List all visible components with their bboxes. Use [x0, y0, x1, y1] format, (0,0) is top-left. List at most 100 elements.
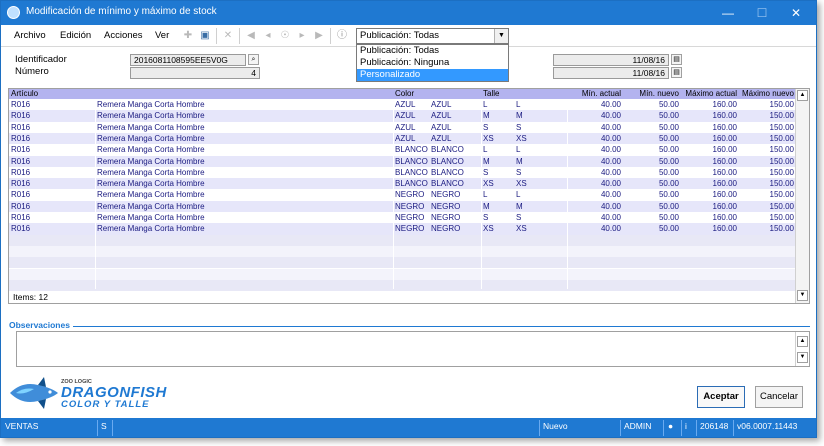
cell-description[interactable]: Remera Manga Corta Hombre	[97, 178, 297, 189]
cell-code[interactable]: R016	[11, 167, 71, 178]
cell-code[interactable]: R016	[11, 189, 71, 200]
table-row[interactable]: R016 Remera Manga Corta Hombre NEGRO NEGRO S…	[9, 212, 795, 223]
table-row[interactable]: R016 Remera Manga Corta Hombre BLANCO BLANC…	[9, 178, 795, 190]
cell-min-nuevo[interactable]: 50.00	[623, 110, 679, 121]
fecha-field[interactable]: 11/08/16	[553, 54, 669, 66]
cell-code[interactable]: R016	[11, 212, 71, 223]
cell-color-code[interactable]: AZUL	[395, 110, 431, 121]
empty-row[interactable]	[9, 279, 795, 292]
cell-talle[interactable]: S	[516, 212, 556, 223]
cell-code[interactable]: R016	[11, 223, 71, 234]
cell-color-code[interactable]: AZUL	[395, 133, 431, 144]
cell-min-nuevo[interactable]: 50.00	[623, 156, 679, 167]
cell-description[interactable]: Remera Manga Corta Hombre	[97, 99, 297, 110]
table-row[interactable]: R016 Remera Manga Corta Hombre AZUL AZUL L L 4…	[9, 99, 795, 110]
cell-max-nuevo[interactable]: 150.00	[737, 122, 794, 133]
cell-min-nuevo[interactable]: 50.00	[623, 223, 679, 234]
cell-max-nuevo[interactable]: 150.00	[737, 144, 794, 155]
cell-color[interactable]: BLANCO	[431, 144, 481, 155]
header-min-nuevo[interactable]: Mín. nuevo	[623, 89, 679, 99]
cell-talle-code[interactable]: M	[483, 110, 513, 121]
cell-description[interactable]: Remera Manga Corta Hombre	[97, 144, 297, 155]
cell-talle-code[interactable]: M	[483, 156, 513, 167]
cell-min-nuevo[interactable]: 50.00	[623, 99, 679, 110]
cell-code[interactable]: R016	[11, 99, 71, 110]
cell-color-code[interactable]: NEGRO	[395, 189, 431, 200]
cell-code[interactable]: R016	[11, 144, 71, 155]
cell-code[interactable]: R016	[11, 133, 71, 144]
cell-talle[interactable]: S	[516, 122, 556, 133]
cell-description[interactable]: Remera Manga Corta Hombre	[97, 122, 297, 133]
cell-color[interactable]: BLANCO	[431, 156, 481, 167]
cell-max-actual[interactable]: 160.00	[680, 133, 737, 144]
cell-color-code[interactable]: BLANCO	[395, 178, 431, 189]
cell-min-actual[interactable]: 40.00	[569, 99, 621, 110]
cell-color[interactable]: NEGRO	[431, 223, 481, 234]
cell-max-nuevo[interactable]: 150.00	[737, 99, 794, 110]
cell-code[interactable]: R016	[11, 122, 71, 133]
last-record-icon[interactable]: ▶	[312, 29, 326, 43]
minimize-button[interactable]: —	[713, 1, 743, 25]
cell-max-actual[interactable]: 160.00	[680, 201, 737, 212]
cell-talle-code[interactable]: L	[483, 189, 513, 200]
observaciones-textarea[interactable]: ▲ ▼	[16, 331, 810, 367]
cell-max-actual[interactable]: 160.00	[680, 212, 737, 223]
table-row[interactable]: R016 Remera Manga Corta Hombre AZUL AZUL XS X…	[9, 132, 795, 145]
publicacion-option[interactable]: Publicación: Todas	[357, 45, 508, 57]
cell-min-actual[interactable]: 40.00	[569, 178, 621, 189]
cell-min-nuevo[interactable]: 50.00	[623, 201, 679, 212]
cell-max-actual[interactable]: 160.00	[680, 110, 737, 121]
cell-min-actual[interactable]: 40.00	[569, 144, 621, 155]
cell-min-nuevo[interactable]: 50.00	[623, 212, 679, 223]
numero-field[interactable]: 4	[130, 67, 260, 79]
cell-talle-code[interactable]: XS	[483, 223, 513, 234]
identificador-field[interactable]: 2016081108595EE5V0G	[130, 54, 246, 66]
cell-min-actual[interactable]: 40.00	[569, 167, 621, 178]
cell-min-actual[interactable]: 40.00	[569, 189, 621, 200]
scroll-down-icon[interactable]: ▼	[797, 290, 808, 301]
info-icon[interactable]: ⓘ	[335, 29, 349, 43]
cell-max-actual[interactable]: 160.00	[680, 189, 737, 200]
cell-description[interactable]: Remera Manga Corta Hombre	[97, 167, 297, 178]
empty-row[interactable]	[9, 234, 795, 246]
cell-max-actual[interactable]: 160.00	[680, 122, 737, 133]
cell-min-nuevo[interactable]: 50.00	[623, 167, 679, 178]
cell-min-nuevo[interactable]: 50.00	[623, 144, 679, 155]
cell-max-nuevo[interactable]: 150.00	[737, 167, 794, 178]
close-button[interactable]: ✕	[781, 1, 811, 25]
cell-max-nuevo[interactable]: 150.00	[737, 189, 794, 200]
cell-color-code[interactable]: BLANCO	[395, 167, 431, 178]
header-articulo[interactable]: Artículo	[11, 89, 38, 99]
cell-max-nuevo[interactable]: 150.00	[737, 133, 794, 144]
table-row[interactable]: R016 Remera Manga Corta Hombre AZUL AZUL M M 4…	[9, 110, 795, 122]
cell-color-code[interactable]: BLANCO	[395, 156, 431, 167]
menu-edicion[interactable]: Edición	[60, 30, 91, 41]
cell-max-nuevo[interactable]: 150.00	[737, 201, 794, 212]
cell-talle-code[interactable]: M	[483, 201, 513, 212]
header-color[interactable]: Color	[395, 89, 414, 99]
cell-code[interactable]: R016	[11, 178, 71, 189]
cell-max-nuevo[interactable]: 150.00	[737, 110, 794, 121]
cell-color-code[interactable]: AZUL	[395, 122, 431, 133]
cell-max-nuevo[interactable]: 150.00	[737, 223, 794, 234]
cell-description[interactable]: Remera Manga Corta Hombre	[97, 212, 297, 223]
cell-max-actual[interactable]: 160.00	[680, 223, 737, 234]
maximize-button[interactable]: ☐	[747, 1, 777, 25]
cell-talle-code[interactable]: S	[483, 212, 513, 223]
calendar-icon[interactable]: ▤	[671, 54, 682, 65]
cell-max-actual[interactable]: 160.00	[680, 99, 737, 110]
fecha-field[interactable]: 11/08/16	[553, 67, 669, 79]
empty-row[interactable]	[9, 245, 795, 258]
cell-max-actual[interactable]: 160.00	[680, 144, 737, 155]
cell-color[interactable]: NEGRO	[431, 212, 481, 223]
cell-color[interactable]: AZUL	[431, 110, 481, 121]
cell-color-code[interactable]: BLANCO	[395, 144, 431, 155]
cell-max-nuevo[interactable]: 150.00	[737, 156, 794, 167]
cell-max-actual[interactable]: 160.00	[680, 178, 737, 189]
menu-ver[interactable]: Ver	[155, 30, 169, 41]
cell-talle-code[interactable]: L	[483, 144, 513, 155]
publicacion-option[interactable]: Publicación: Ninguna	[357, 57, 508, 69]
cell-talle-code[interactable]: XS	[483, 178, 513, 189]
cell-min-actual[interactable]: 40.00	[569, 133, 621, 144]
cell-color-code[interactable]: NEGRO	[395, 201, 431, 212]
